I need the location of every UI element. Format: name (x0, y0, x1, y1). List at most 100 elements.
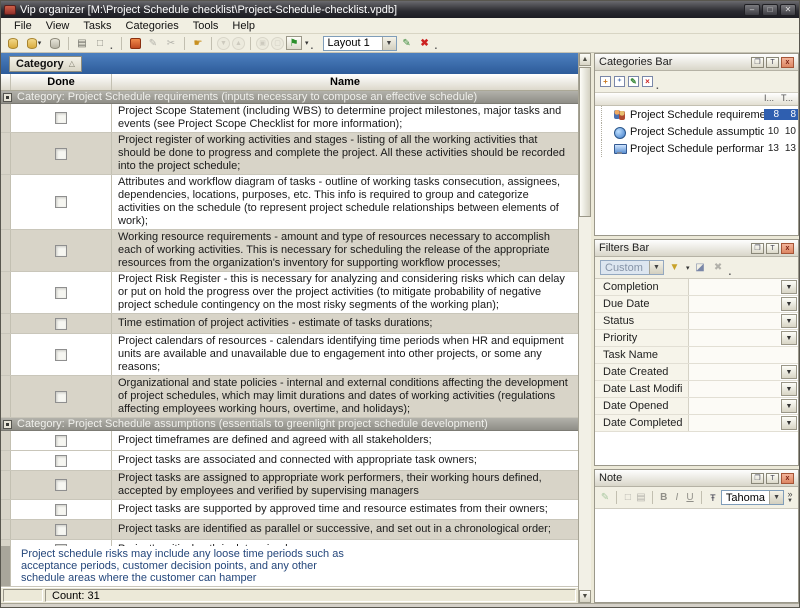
checklist-row[interactable]: Project Scope Statement (including WBS) … (1, 104, 578, 133)
categories-close-icon[interactable]: x (781, 57, 794, 68)
filter-value-field[interactable] (689, 313, 780, 329)
filter-dropdown-icon[interactable]: ▼ (781, 416, 797, 430)
done-checkbox[interactable] (55, 391, 67, 403)
filter-value-field[interactable] (689, 398, 780, 414)
category-tree-item[interactable]: Project Schedule assumptions (essentials… (595, 123, 798, 140)
close-button[interactable]: ✕ (780, 4, 796, 16)
move-down-icon[interactable]: ▼ (217, 37, 230, 50)
categories-column-1[interactable]: I... (764, 93, 781, 105)
categories-overflow-dot[interactable]: . (656, 81, 662, 92)
edit-layout-icon[interactable]: ✎ (399, 36, 415, 51)
edit-category-icon[interactable]: ✎ (628, 76, 639, 87)
minimize-button[interactable]: – (744, 4, 760, 16)
category-group-row[interactable]: Category: Project Schedule assumptions (… (1, 418, 578, 431)
bold-icon[interactable]: B (659, 491, 669, 505)
collapse-icon[interactable] (3, 93, 12, 102)
checklist-row[interactable]: Project calendars of resources - calenda… (1, 334, 578, 376)
scroll-down-icon[interactable]: ▼ (579, 590, 591, 603)
note-edit-icon[interactable]: ✎ (600, 491, 610, 505)
done-checkbox[interactable] (55, 435, 67, 447)
move-up-icon[interactable]: ▲ (232, 37, 245, 50)
scrollbar-thumb[interactable] (579, 67, 591, 217)
filter-preset-combo[interactable]: Custom ▼ (600, 260, 664, 275)
edit-task-icon[interactable]: ✎ (145, 36, 161, 51)
done-checkbox[interactable] (55, 349, 67, 361)
filter-dropdown-icon[interactable]: ▼ (781, 314, 797, 328)
expand-all-icon[interactable]: ▣ (256, 37, 269, 50)
collapse-icon[interactable] (3, 420, 12, 429)
filter-dropdown-icon[interactable]: ▾ (686, 264, 690, 272)
filter-value-field[interactable] (689, 296, 780, 312)
save-database-icon[interactable] (47, 36, 63, 51)
note-content-area[interactable] (595, 509, 798, 602)
checklist-row[interactable]: Organizational and state policies - inte… (1, 376, 578, 418)
filter-dropdown-icon[interactable]: ▼ (781, 331, 797, 345)
print-preview-icon[interactable]: □ (92, 36, 108, 51)
note-close-icon[interactable]: x (781, 473, 794, 484)
print-icon[interactable]: ▤ (74, 36, 90, 51)
table-scrollbar[interactable]: ▲ ▼ (579, 53, 591, 603)
done-checkbox[interactable] (55, 479, 67, 491)
checklist-row[interactable]: Project Risk Register - this is necessar… (1, 272, 578, 314)
checklist-row[interactable]: Time estimation of project activities - … (1, 314, 578, 334)
checklist-row[interactable]: Project register of working activities a… (1, 133, 578, 175)
filter-value-field[interactable] (689, 279, 780, 295)
toolbar-overflow-dot-2[interactable]: . (311, 41, 317, 52)
menu-item-view[interactable]: View (39, 19, 77, 33)
checklist-row[interactable]: Project tasks are supported by approved … (1, 500, 578, 520)
go-icon[interactable]: ⚑ (286, 36, 302, 50)
filter-dropdown-icon[interactable]: ▼ (781, 399, 797, 413)
checklist-row[interactable]: Project timeframes are defined and agree… (1, 431, 578, 451)
category-group-row[interactable]: Category: Project Schedule requirements … (1, 91, 578, 104)
note-pin-icon[interactable]: T (766, 473, 779, 484)
filters-overflow-dot[interactable]: . (729, 267, 735, 278)
filter-dropdown-icon[interactable]: ▼ (781, 297, 797, 311)
add-subcategory-icon[interactable]: ⁺ (614, 76, 625, 87)
categories-column-2[interactable]: T... (781, 93, 798, 105)
category-tree-item[interactable]: Project Schedule requirements (inputs ne… (595, 106, 798, 123)
font-combo-dropdown-icon[interactable]: ▼ (769, 491, 783, 504)
new-database-icon[interactable] (5, 36, 21, 51)
filter-dropdown-icon[interactable]: ▼ (781, 280, 797, 294)
delete-filter-icon[interactable]: ✖ (711, 261, 726, 275)
column-header-name[interactable]: Name (112, 74, 578, 90)
filter-value-field[interactable] (689, 330, 780, 346)
checklist-row[interactable]: Project tasks are associated and connect… (1, 451, 578, 471)
filter-value-field[interactable] (689, 381, 780, 397)
clear-filter-icon[interactable]: ◪ (693, 261, 708, 275)
delete-task-icon[interactable]: ✂ (163, 36, 179, 51)
filters-maximize-icon[interactable]: ❐ (751, 243, 764, 254)
filter-value-field[interactable] (689, 347, 798, 363)
layout-combo[interactable]: Layout 1 ▼ (323, 36, 397, 51)
note-print-icon[interactable]: ▤ (636, 491, 646, 505)
assign-icon[interactable]: ☛ (190, 36, 206, 51)
delete-layout-icon[interactable]: ✖ (417, 36, 433, 51)
checklist-row[interactable]: Project tasks are assigned to appropriat… (1, 471, 578, 500)
done-checkbox[interactable] (55, 245, 67, 257)
maximize-button[interactable]: □ (762, 4, 778, 16)
scroll-up-icon[interactable]: ▲ (579, 53, 591, 66)
categories-pin-icon[interactable]: T (766, 57, 779, 68)
filter-value-field[interactable] (689, 364, 780, 380)
toolbar-overflow-dot-3[interactable]: . (435, 41, 441, 52)
done-checkbox[interactable] (55, 504, 67, 516)
column-header-done[interactable]: Done (11, 74, 112, 90)
italic-icon[interactable]: I (672, 491, 682, 505)
filters-pin-icon[interactable]: T (766, 243, 779, 254)
note-maximize-icon[interactable]: ❐ (751, 473, 764, 484)
collapse-all-icon[interactable]: ▢ (271, 37, 284, 50)
checklist-row[interactable]: Project tasks are identified as parallel… (1, 520, 578, 540)
categories-maximize-icon[interactable]: ❐ (751, 57, 764, 68)
add-category-icon[interactable]: + (600, 76, 611, 87)
done-checkbox[interactable] (55, 455, 67, 467)
note-toolbar-overflow-icon[interactable]: »▼ (787, 491, 793, 505)
category-tree-item[interactable]: Project Schedule performance1313 (595, 140, 798, 157)
apply-filter-icon[interactable]: ▼ (667, 261, 682, 275)
filter-dropdown-icon[interactable]: ▼ (781, 382, 797, 396)
underline-icon[interactable]: U (685, 491, 695, 505)
filter-dropdown-icon[interactable]: ▼ (781, 365, 797, 379)
toolbar-overflow-dot[interactable]: . (110, 41, 116, 52)
menu-item-tools[interactable]: Tools (186, 19, 226, 33)
done-checkbox[interactable] (55, 524, 67, 536)
delete-category-icon[interactable]: × (642, 76, 653, 87)
